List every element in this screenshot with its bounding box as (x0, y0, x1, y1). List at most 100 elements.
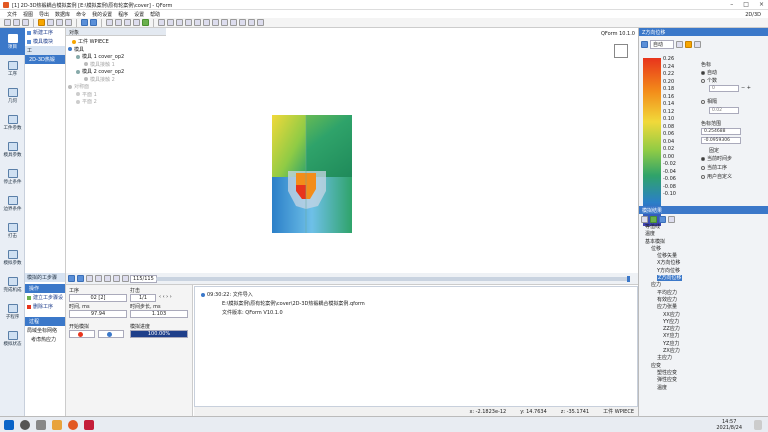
result-item[interactable]: 应力张量 (645, 303, 682, 310)
rotate-y-icon[interactable] (124, 19, 131, 26)
tree-item-contact-2[interactable]: 模具接触 2 (68, 76, 124, 84)
menu-my-settings[interactable]: 我的设置 (89, 10, 115, 18)
measure-icon[interactable] (203, 19, 210, 26)
menu-program[interactable]: 程序 (115, 10, 131, 18)
link-icon[interactable] (668, 216, 675, 223)
move-icon[interactable] (106, 19, 113, 26)
tree-item-tool-2[interactable]: 模具 2 cover_op2 (68, 68, 124, 76)
result-item-selected[interactable]: Z方向位移 (645, 274, 683, 282)
result-item[interactable]: 位移 (645, 245, 682, 252)
result-item[interactable]: 塑性应变 (645, 369, 682, 376)
blow-stepper[interactable]: ‹ ‹ › › (159, 294, 172, 300)
filter-icon[interactable] (685, 41, 693, 48)
shade-icon[interactable] (176, 19, 183, 26)
tool-module-button[interactable]: 模具模块 (25, 37, 65, 46)
rotate-icon[interactable] (47, 19, 54, 26)
result-item[interactable]: ZX应力 (645, 347, 682, 354)
search-icon[interactable] (20, 420, 30, 430)
view-front-icon[interactable] (81, 19, 88, 26)
prev-icon[interactable] (86, 275, 93, 282)
mode-select[interactable]: 自动 (650, 40, 675, 49)
nav-tool-params[interactable]: 模具参数 (0, 136, 25, 163)
grid-icon[interactable] (194, 19, 201, 26)
count-field[interactable]: 0 (709, 85, 739, 92)
section-icon[interactable] (185, 19, 192, 26)
nav-blow[interactable]: 打击 (0, 217, 25, 244)
nav-stop-condition[interactable]: 停止条件 (0, 163, 25, 190)
nav-subroutine[interactable]: 子程序 (0, 298, 25, 325)
tree-item-contact-1[interactable]: 模具接触 1 (68, 61, 124, 69)
windows-start-icon[interactable] (4, 420, 14, 430)
file-explorer-icon[interactable] (52, 420, 62, 430)
step-counter[interactable]: 115/115 (130, 275, 157, 283)
result-item[interactable]: 温度 (645, 384, 682, 391)
play-icon[interactable] (77, 275, 84, 282)
radio-current-process[interactable]: 当前工序 (701, 164, 727, 171)
menu-database[interactable]: 数据库 (52, 10, 73, 18)
message-log[interactable]: 09:30:22: 文件导入 E:\模拟案例\原有轮案例\cover\2D-3D… (194, 286, 638, 407)
nav-sim-status[interactable]: 模拟状态 (0, 325, 25, 352)
time-field[interactable]: 97.94 (69, 310, 127, 318)
radio-current-step[interactable]: 当前时间步 (701, 155, 732, 162)
tree-item-plane-2[interactable]: 平面 2 (68, 98, 124, 106)
view-cube-icon[interactable] (614, 44, 628, 58)
contour-icon[interactable] (659, 216, 666, 223)
tree-item-symmetry[interactable]: 对称面 (68, 83, 124, 91)
point-icon[interactable] (221, 19, 228, 26)
result-item[interactable]: YY应力 (645, 318, 682, 325)
task-view-icon[interactable] (36, 420, 46, 430)
nav-geometry[interactable]: 几何 (0, 82, 25, 109)
process-field[interactable]: 02 [2] (69, 294, 127, 302)
count-stepper[interactable]: − + (741, 85, 751, 91)
maximize-button[interactable]: □ (743, 1, 749, 8)
result-item[interactable]: 弹性应变 (645, 376, 682, 383)
max-field[interactable]: 0.254688 (701, 128, 741, 135)
timeline-slider[interactable] (156, 276, 630, 282)
run-button[interactable] (98, 330, 124, 338)
settings-icon[interactable] (676, 41, 684, 48)
forging-model-render[interactable] (266, 111, 362, 237)
min-field[interactable]: -0.0959306 (701, 137, 741, 144)
wireframe-icon[interactable] (167, 19, 174, 26)
menu-command[interactable]: 命令 (73, 10, 89, 18)
menu-settings[interactable]: 设置 (131, 10, 147, 18)
menu-export[interactable]: 导出 (36, 10, 52, 18)
tree-item-tool-1[interactable]: 模具 1 cover_op2 (68, 53, 124, 61)
result-item[interactable]: 位移矢量 (645, 252, 682, 259)
close-button[interactable]: × (759, 1, 764, 8)
mesh-icon[interactable] (158, 19, 165, 26)
firefox-icon[interactable] (68, 420, 78, 430)
delete-process-button[interactable]: 删除工序 (25, 302, 65, 311)
create-step-button[interactable]: 建立工步骤设 (25, 293, 65, 302)
graph-icon[interactable] (239, 19, 246, 26)
time-step-field[interactable]: 1.103 (130, 310, 188, 318)
nav-sim-params[interactable]: 模拟参数 (0, 244, 25, 271)
probe-icon[interactable] (212, 19, 219, 26)
menu-file[interactable]: 文件 (4, 10, 20, 18)
select-icon[interactable] (38, 19, 45, 26)
rotate-z-icon[interactable] (133, 19, 140, 26)
result-item[interactable]: Y方向位移 (645, 267, 682, 274)
result-item[interactable]: 温度 (645, 230, 682, 237)
view-top-icon[interactable] (90, 19, 97, 26)
result-item[interactable]: XY应力 (645, 332, 682, 339)
last-frame-icon[interactable] (122, 275, 129, 282)
save-icon[interactable] (22, 19, 29, 26)
refresh-icon[interactable] (142, 19, 149, 26)
zoom-icon[interactable] (65, 19, 72, 26)
relative-field[interactable]: 0.02 (709, 107, 739, 114)
local-mesh-option[interactable]: 局域坐标网络 (25, 326, 65, 335)
table-icon[interactable] (248, 19, 255, 26)
nav-workpiece-params[interactable]: 工件参数 (0, 109, 25, 136)
thermal-stress-option[interactable]: 考虑热应力 (25, 335, 65, 344)
tree-item-tools[interactable]: 模具 (68, 46, 124, 54)
result-item[interactable]: 主应力 (645, 354, 682, 361)
radio-user-defined[interactable]: 用户自定义 (701, 173, 732, 180)
rotate-x-icon[interactable] (115, 19, 122, 26)
notification-icon[interactable] (754, 420, 762, 430)
tree-item-workpiece[interactable]: 工件 WPIECE (68, 38, 124, 46)
nav-boundary[interactable]: 边界条件 (0, 190, 25, 217)
field-icon[interactable] (650, 216, 657, 223)
result-item[interactable]: 应力 (645, 281, 682, 288)
process-item[interactable]: 2D-3D热锻 (25, 55, 65, 64)
